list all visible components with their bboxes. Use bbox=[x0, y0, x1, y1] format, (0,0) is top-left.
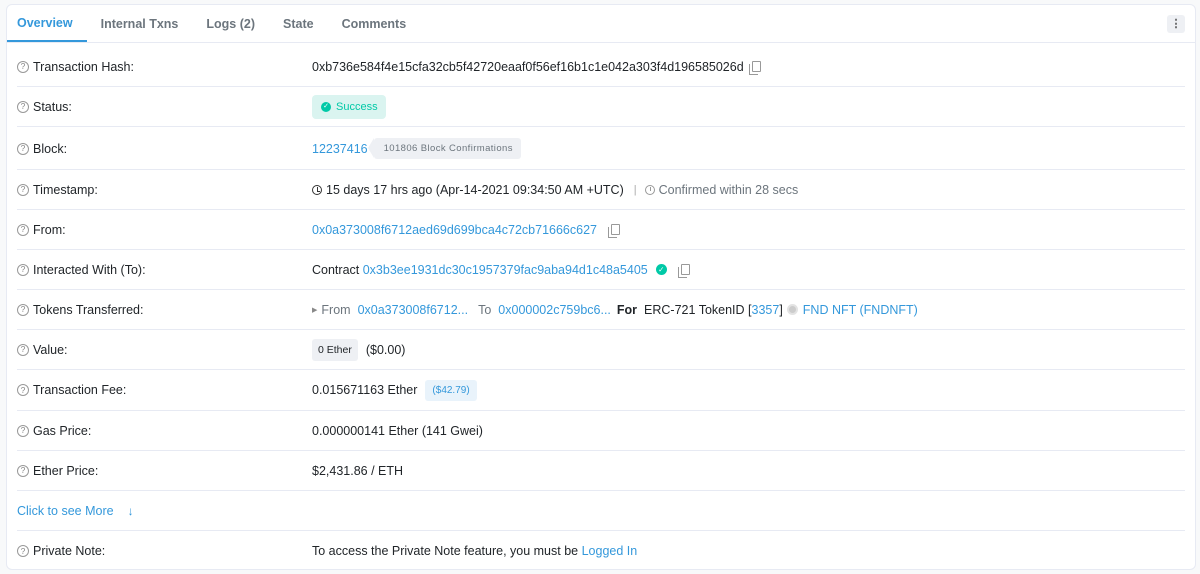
token-from-label: From bbox=[321, 302, 351, 317]
help-icon[interactable]: ? bbox=[17, 424, 29, 437]
token-from-address-link[interactable]: 0x0a373008f6712... bbox=[358, 303, 469, 317]
copy-icon[interactable] bbox=[677, 264, 690, 278]
token-logo-icon bbox=[786, 304, 798, 315]
row-see-more: Click to see More ↓ bbox=[17, 491, 1185, 531]
row-gas-price: ? Gas Price: 0.000000141 Ether (141 Gwei) bbox=[17, 411, 1185, 451]
row-status: ? Status: ✓ Success bbox=[17, 87, 1185, 127]
check-circle-icon: ✓ bbox=[321, 101, 331, 112]
value-usd: ($0.00) bbox=[365, 342, 406, 357]
row-tokens-transferred: ? Tokens Transferred: ▶ From 0x0a373008f6… bbox=[17, 290, 1185, 330]
separator: | bbox=[633, 183, 637, 196]
tab-overview[interactable]: Overview bbox=[7, 5, 87, 42]
status-badge: ✓ Success bbox=[312, 94, 386, 119]
verified-check-icon: ✓ bbox=[655, 264, 667, 275]
contract-prefix: Contract bbox=[312, 262, 360, 277]
private-note-text: To access the Private Note feature, you … bbox=[312, 544, 579, 558]
help-icon[interactable]: ? bbox=[17, 183, 29, 196]
token-standard: ERC-721 TokenID [ bbox=[644, 302, 752, 317]
transaction-fee-value: 0.015671163 Ether bbox=[312, 383, 418, 397]
login-link[interactable]: Logged In bbox=[582, 544, 638, 558]
help-icon[interactable]: ? bbox=[17, 464, 29, 477]
help-icon[interactable]: ? bbox=[17, 384, 29, 396]
gas-price-value: 0.000000141 Ether (141 Gwei) bbox=[312, 423, 483, 438]
status-text: Success bbox=[336, 100, 378, 113]
label-gas-price: Gas Price: bbox=[33, 423, 92, 438]
tab-bar: Overview Internal Txns Logs (2) State Co… bbox=[7, 5, 1195, 43]
help-icon[interactable]: ? bbox=[17, 60, 29, 73]
label-timestamp: Timestamp: bbox=[33, 182, 98, 197]
label-interacted-with: Interacted With (To): bbox=[33, 262, 146, 277]
token-id-close: ] bbox=[779, 302, 783, 317]
label-transaction-hash: Transaction Hash: bbox=[33, 59, 134, 74]
token-id-link[interactable]: 3357 bbox=[752, 303, 780, 317]
more-options-button[interactable]: ⋮ bbox=[1167, 15, 1185, 33]
tab-comments[interactable]: Comments bbox=[328, 5, 421, 42]
timer-icon bbox=[644, 184, 655, 195]
copy-icon[interactable] bbox=[748, 61, 761, 75]
label-status: Status: bbox=[33, 99, 72, 114]
transaction-fee-usd-badge: ($42.79) bbox=[425, 379, 477, 401]
help-icon[interactable]: ? bbox=[17, 223, 29, 236]
ether-price-value: $2,431.86 / ETH bbox=[312, 463, 404, 478]
token-to-address-link[interactable]: 0x000002c759bc6... bbox=[498, 303, 611, 317]
token-name-link[interactable]: FND NFT (FNDNFT) bbox=[803, 303, 918, 317]
from-address-link[interactable]: 0x0a373008f6712aed69d699bca4c72cb71666c6… bbox=[312, 223, 597, 237]
arrow-down-icon[interactable]: ↓ bbox=[128, 504, 134, 518]
row-ether-price: ? Ether Price: $2,431.86 / ETH bbox=[17, 451, 1185, 491]
confirmation-time: Confirmed within 28 secs bbox=[658, 182, 799, 197]
label-from: From: bbox=[33, 222, 66, 237]
transaction-details-card: Overview Internal Txns Logs (2) State Co… bbox=[6, 4, 1196, 570]
help-icon[interactable]: ? bbox=[17, 100, 29, 113]
row-private-note: ? Private Note: To access the Private Not… bbox=[17, 531, 1185, 571]
block-confirmations-badge: 101806 Block Confirmations bbox=[367, 138, 521, 159]
row-block: ? Block: 12237416 101806 Block Confirmati… bbox=[17, 128, 1185, 170]
row-interacted-with: ? Interacted With (To): Contract 0x3b3ee1… bbox=[17, 250, 1185, 290]
row-from: ? From: 0x0a373008f6712aed69d699bca4c72cb… bbox=[17, 210, 1185, 250]
row-transaction-hash: ? Transaction Hash: 0xb736e584f4e15cfa32c… bbox=[17, 47, 1185, 87]
label-block: Block: bbox=[33, 141, 68, 156]
row-value: ? Value: 0 Ether ($0.00) bbox=[17, 330, 1185, 370]
tab-internal-txns[interactable]: Internal Txns bbox=[87, 5, 193, 42]
row-timestamp: ? Timestamp: 15 days 17 hrs ago (Apr-14-2… bbox=[17, 170, 1185, 210]
see-more-link[interactable]: Click to see More bbox=[17, 504, 114, 518]
label-ether-price: Ether Price: bbox=[33, 463, 99, 478]
token-for-label: For bbox=[616, 302, 638, 317]
token-to-label: To bbox=[478, 302, 492, 317]
label-private-note: Private Note: bbox=[33, 544, 106, 558]
help-icon[interactable]: ? bbox=[17, 343, 29, 356]
copy-icon[interactable] bbox=[608, 224, 620, 238]
clock-icon bbox=[312, 184, 322, 195]
block-number-link[interactable]: 12237416 bbox=[312, 142, 368, 156]
help-icon[interactable]: ? bbox=[17, 545, 29, 557]
tab-logs[interactable]: Logs (2) bbox=[192, 5, 269, 42]
caret-right-icon: ▶ bbox=[312, 306, 318, 314]
vertical-ellipsis-icon: ⋮ bbox=[1170, 17, 1182, 30]
transaction-hash-value: 0xb736e584f4e15cfa32cb5f42720eaaf0f56ef1… bbox=[312, 59, 744, 74]
help-icon[interactable]: ? bbox=[17, 303, 29, 316]
label-tokens-transferred: Tokens Transferred: bbox=[33, 302, 144, 317]
timestamp-value: 15 days 17 hrs ago (Apr-14-2021 09:34:50… bbox=[326, 182, 624, 197]
label-transaction-fee: Transaction Fee: bbox=[33, 383, 127, 397]
value-ether-badge: 0 Ether bbox=[312, 338, 358, 361]
row-transaction-fee: ? Transaction Fee: 0.015671163 Ether ($42… bbox=[17, 370, 1185, 411]
help-icon[interactable]: ? bbox=[17, 263, 29, 276]
tab-state[interactable]: State bbox=[269, 5, 328, 42]
contract-address-link[interactable]: 0x3b3ee1931dc30c1957379fac9aba94d1c48a54… bbox=[363, 263, 648, 277]
help-icon[interactable]: ? bbox=[17, 142, 29, 155]
label-value: Value: bbox=[33, 342, 68, 357]
